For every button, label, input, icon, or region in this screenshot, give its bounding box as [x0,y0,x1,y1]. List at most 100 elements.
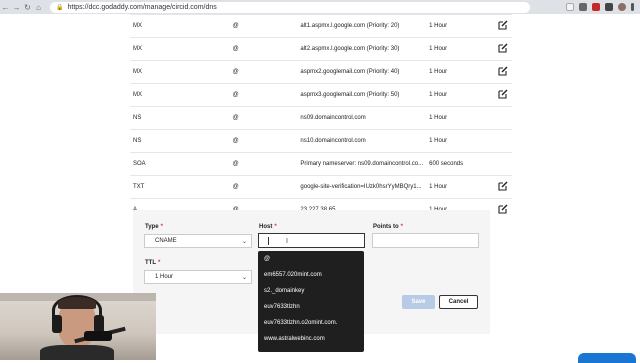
record-actions [493,129,512,153]
type-select[interactable]: CNAME ⌄ [144,234,252,248]
record-ttl: 1 Hour [426,14,494,38]
record-actions [493,198,512,222]
record-value: ns09.domaincontrol.com [297,106,427,130]
extension-icons [566,3,640,11]
edit-icon[interactable] [498,66,508,76]
record-type: SOA [130,152,230,176]
browser-toolbar: ← → ↻ ⌂ 🔒 https://dcc.godaddy.com/manage… [0,0,640,14]
record-value: google-site-verification=IUzk0hsrYyMBQry… [297,175,427,199]
headset-earcup-left [52,315,62,333]
record-actions [493,175,512,199]
record-type: MX [130,83,230,107]
record-type: TXT [130,175,230,199]
record-host: @ [229,14,298,38]
home-icon[interactable]: ⌂ [33,2,44,13]
host-suggestion-item[interactable]: euv7633tlzhn [258,299,364,315]
star-icon[interactable] [566,3,574,11]
puzzle-icon[interactable] [605,3,613,11]
dns-record-row: MX @ aspmx2.googlemail.com (Priority: 40) 1… [130,60,512,84]
host-input[interactable]: I [258,233,365,248]
host-suggestion-item[interactable]: s2._domainkey [258,283,364,299]
chevron-down-icon: ⌄ [241,239,247,245]
dns-record-row: TXT @ google-site-verification=IUzk0hsrYyM… [130,175,512,199]
url-text: https://dcc.godaddy.com/manage/circid.co… [67,3,217,11]
record-host: @ [229,129,298,153]
record-value: Primary nameserver: ns09.domaincontrol.c… [297,152,427,176]
extension-red-icon[interactable] [592,3,600,11]
record-ttl: 1 Hour [426,60,494,84]
record-actions [493,60,512,84]
address-bar[interactable]: 🔒 https://dcc.godaddy.com/manage/circid.… [50,1,530,13]
record-ttl: 1 Hour [426,106,494,130]
record-value: aspmx2.googlemail.com (Priority: 40) [297,60,427,84]
cancel-button[interactable]: Cancel [439,295,478,309]
record-actions [493,152,512,176]
record-ttl: 1 Hour [426,129,494,153]
record-type: MX [130,14,230,38]
record-value: alt1.aspmx.l.google.com (Priority: 20) [297,14,427,38]
host-autocomplete-dropdown: @ em6557.020mint.com s2._domainkey euv7633t… [258,251,364,352]
menu-icon[interactable] [631,3,634,11]
record-value: aspmx3.googlemail.com (Priority: 50) [297,83,427,107]
record-ttl: 600 seconds [426,152,494,176]
chevron-down-icon: ⌄ [241,275,247,281]
record-host: @ [229,106,298,130]
presenter-hair [58,297,96,309]
ttl-select-value: 1 Hour [155,274,174,280]
record-host: @ [229,175,298,199]
record-actions [493,14,512,38]
save-button[interactable]: Save [402,295,435,309]
record-value: alt2.aspmx.l.google.com (Priority: 30) [297,37,427,61]
type-select-value: CNAME [155,238,177,244]
dns-record-row: MX @ alt1.aspmx.l.google.com (Priority: 20… [130,14,512,38]
ibeam-cursor-icon: I [286,238,288,245]
text-caret [268,237,269,245]
record-ttl: 1 Hour [426,37,494,61]
host-suggestion-item[interactable]: www.astralwebinc.com [258,331,364,347]
profile-avatar[interactable] [618,3,626,11]
microphone-icon [84,331,112,341]
record-actions [493,37,512,61]
chat-button[interactable] [578,353,636,363]
dns-record-row: SOA @ Primary nameserver: ns09.domaincontr… [130,152,512,176]
edit-icon[interactable] [498,89,508,99]
host-label: Host * [259,224,277,230]
host-suggestion-item[interactable]: @ [258,251,364,267]
record-host: @ [229,60,298,84]
record-actions [493,83,512,107]
forward-icon[interactable]: → [11,2,22,13]
dns-record-row: NS @ ns09.domaincontrol.com 1 Hour [130,106,512,130]
points-to-input[interactable] [372,233,479,248]
edit-icon[interactable] [498,43,508,53]
record-host: @ [229,152,298,176]
lock-icon: 🔒 [56,4,64,11]
ttl-label: TTL * [145,260,161,266]
presenter-shirt [40,345,114,360]
dns-record-row: MX @ aspmx3.googlemail.com (Priority: 50) 1… [130,83,512,107]
record-type: NS [130,129,230,153]
host-suggestion-item[interactable]: em6557.020mint.com [258,267,364,283]
record-ttl: 1 Hour [426,175,494,199]
type-label: Type * [145,224,163,230]
reload-icon[interactable]: ↻ [22,2,33,13]
record-type: MX [130,37,230,61]
edit-icon[interactable] [498,204,508,214]
edit-icon[interactable] [498,181,508,191]
record-host: @ [229,83,298,107]
record-type: MX [130,60,230,84]
edit-icon[interactable] [498,20,508,30]
record-ttl: 1 Hour [426,83,494,107]
dns-records-table: MX @ alt1.aspmx.l.google.com (Priority: 20… [130,14,512,222]
points-to-label: Points to * [373,224,404,230]
record-host: @ [229,37,298,61]
record-value: ns10.domaincontrol.com [297,129,427,153]
extension-icon[interactable] [579,3,587,11]
webcam-overlay [0,293,156,360]
dns-record-row: MX @ alt2.aspmx.l.google.com (Priority: 30… [130,37,512,61]
record-actions [493,106,512,130]
dns-record-row: NS @ ns10.domaincontrol.com 1 Hour [130,129,512,153]
record-type: NS [130,106,230,130]
host-suggestion-item[interactable]: euv7633tlzhn.o2omint.com. [258,315,364,331]
back-icon[interactable]: ← [0,2,11,13]
ttl-select[interactable]: 1 Hour ⌄ [144,270,252,284]
